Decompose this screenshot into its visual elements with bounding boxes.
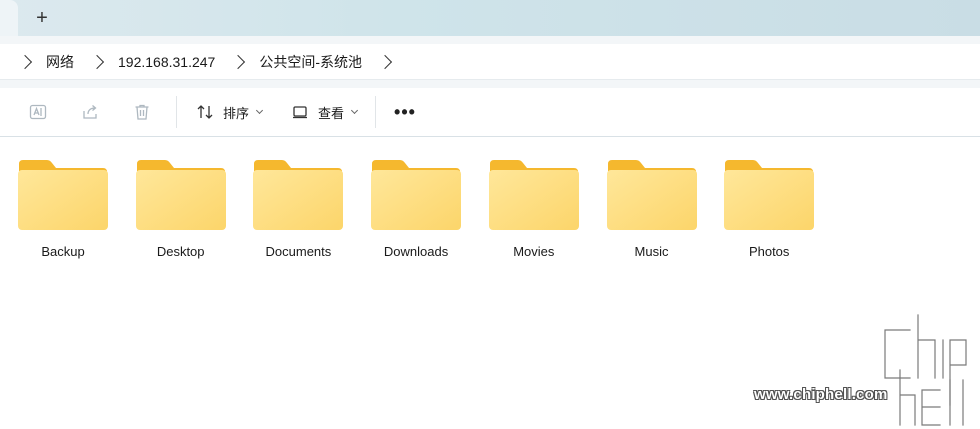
folder-item[interactable]: Documents: [243, 158, 353, 278]
rename-icon: [29, 104, 47, 120]
folder-name: Backup: [41, 244, 85, 259]
folder-icon: [18, 160, 108, 230]
active-tab-edge[interactable]: [0, 0, 18, 36]
chiphell-logo: [882, 312, 969, 428]
folder-name: Photos: [748, 244, 790, 259]
sort-button[interactable]: 排序: [185, 96, 272, 128]
new-tab-button[interactable]: +: [30, 6, 54, 30]
chevron-right-icon[interactable]: [17, 54, 33, 69]
folder-item[interactable]: Desktop: [126, 158, 236, 278]
breadcrumb-item-network[interactable]: 网络: [42, 52, 78, 72]
folder-icon: [488, 160, 579, 230]
watermark-url: www.chiphell.com: [754, 386, 888, 403]
folder-item[interactable]: Music: [597, 158, 707, 278]
folder-name: Downloads: [383, 244, 449, 259]
chevron-right-icon[interactable]: [231, 54, 246, 69]
sort-label: 排序: [223, 105, 250, 121]
delete-button[interactable]: [116, 96, 168, 128]
view-label: 查看: [318, 105, 345, 121]
more-options-button[interactable]: •••: [384, 96, 426, 128]
folder-name: Music: [634, 244, 669, 259]
toolbar-separator: [375, 96, 377, 128]
tab-strip: +: [0, 0, 980, 36]
more-icon: •••: [394, 101, 416, 122]
folder-name: Documents: [265, 244, 332, 259]
chiphell-watermark: www.chiphell.com: [750, 310, 980, 429]
folder-icon: [724, 160, 815, 230]
command-bar: 排序 查看 •••: [0, 88, 980, 137]
breadcrumb-item-host[interactable]: 192.168.31.247: [114, 54, 219, 70]
chevron-down-icon: [350, 106, 359, 115]
chevron-right-icon[interactable]: [377, 54, 393, 69]
folder-icon: [253, 160, 344, 230]
share-button[interactable]: [64, 96, 116, 128]
rename-button[interactable]: [12, 96, 64, 128]
folder-item[interactable]: Downloads: [361, 158, 471, 278]
view-button[interactable]: 查看: [280, 96, 367, 128]
folder-item[interactable]: Photos: [714, 158, 824, 278]
folder-name: Movies: [513, 244, 555, 259]
view-icon: [293, 106, 308, 119]
folder-name: Desktop: [156, 244, 205, 259]
chevron-right-icon[interactable]: [89, 54, 105, 69]
breadcrumb[interactable]: 网络 192.168.31.247 公共空间-系统池: [0, 44, 980, 80]
folder-item[interactable]: Movies: [479, 158, 589, 278]
chevron-down-icon: [255, 106, 264, 115]
folder-item[interactable]: Backup: [8, 158, 118, 278]
folder-icon: [371, 160, 462, 230]
share-icon: [83, 105, 97, 119]
folder-icon: [606, 160, 697, 230]
address-bar: 网络 192.168.31.247 公共空间-系统池: [0, 36, 980, 88]
toolbar-separator: [176, 96, 177, 128]
trash-icon: [135, 104, 149, 120]
sort-icon: [197, 105, 213, 119]
folder-icon: [135, 160, 226, 230]
breadcrumb-item-share[interactable]: 公共空间-系统池: [255, 52, 366, 72]
